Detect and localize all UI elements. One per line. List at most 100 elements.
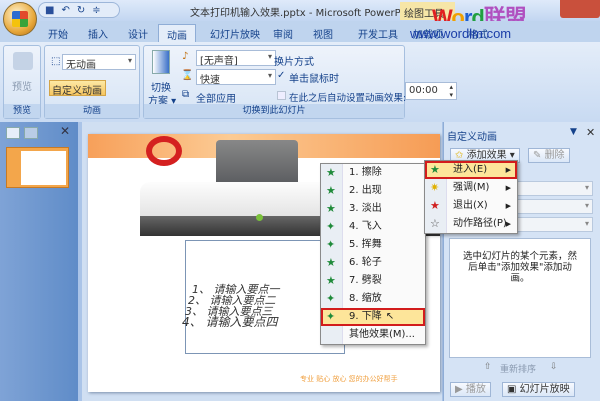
preview-icon: [13, 52, 33, 70]
slideshow-label: 幻灯片放映: [519, 384, 570, 395]
group-animation: ⬚ 无动画 自定义动画 动画: [44, 45, 140, 119]
ribbon: 预览 预览 ⬚ 无动画 自定义动画 动画 切换 方案 ▾ ♪ [无声音] ⌛ 快…: [0, 42, 600, 122]
motion-path-star-icon: ☆: [430, 217, 440, 230]
animate-icon: ⬚: [51, 56, 61, 67]
title-bar: ■ ↶ ↻ ≑ 文本打印机输入效果.pptx - Microsoft Power…: [0, 0, 600, 30]
effect-menu: ★ 1. 擦除 ★ 2. 出现 ★ 3. 淡出 ✦ 4. 飞入 ✦ 5. 挥舞 ★ 6. 轮…: [320, 163, 426, 345]
star-motion-icon: ✦: [326, 310, 336, 323]
on-click-label: 单击鼠标时: [289, 74, 339, 85]
printer-image: [216, 140, 298, 182]
submenu-entrance[interactable]: ★ 进入(E) ▶: [425, 161, 517, 179]
preview-button[interactable]: 预览: [12, 78, 32, 93]
on-click-checkbox[interactable]: ✓: [277, 70, 285, 81]
star-icon: ★: [326, 184, 336, 197]
more-effects[interactable]: 其他效果(M)...: [321, 326, 425, 344]
rotate-handle[interactable]: [256, 214, 263, 221]
remove-label: 删除: [544, 150, 565, 161]
tab-home[interactable]: 开始: [40, 24, 76, 43]
redo-icon[interactable]: ↻: [77, 5, 85, 16]
tab-review[interactable]: 审阅: [265, 24, 301, 43]
transition-scheme-icon: [152, 50, 170, 74]
apply-all-button[interactable]: 全部应用: [196, 90, 236, 105]
effect-fly-in[interactable]: ✦ 4. 飞入: [321, 218, 425, 236]
quick-access-toolbar: ■ ↶ ↻ ≑: [38, 2, 120, 18]
group-label: 切换到此幻灯片: [144, 104, 404, 118]
watermark-url: www.wordlm.com: [410, 26, 512, 41]
add-effect-submenu: ★ 进入(E) ▶ ✷ 强调(M) ▶ ★ 退出(X) ▶ ☆ 动作路径(P) ▶: [424, 160, 518, 234]
customize-icon[interactable]: ≑: [92, 5, 100, 16]
effect-fade[interactable]: ★ 3. 淡出: [321, 200, 425, 218]
slide-thumbnail[interactable]: [6, 147, 69, 188]
auto-time-input[interactable]: 00:00 ▴ ▾: [405, 82, 457, 100]
custom-animation-label: 自定义动画: [52, 86, 102, 97]
star-icon: ★: [326, 274, 336, 287]
hint-text: 选中幻灯片的某个元素，然后单击"添加效果"添加动画。: [462, 251, 577, 284]
submenu-exit[interactable]: ★ 退出(X) ▶: [425, 197, 517, 215]
outline-tab-icon[interactable]: [24, 127, 38, 139]
tab-insert[interactable]: 插入: [80, 24, 116, 43]
effect-wheel[interactable]: ★ 6. 轮子: [321, 254, 425, 272]
pane-close-icon[interactable]: ✕: [586, 126, 595, 139]
effect-wipe[interactable]: ★ 1. 擦除: [321, 164, 425, 182]
slideshow-button[interactable]: ▣ 幻灯片放映: [502, 382, 575, 397]
submenu-motion-path[interactable]: ☆ 动作路径(P) ▶: [425, 215, 517, 233]
spinner-icon[interactable]: ▴ ▾: [449, 83, 453, 99]
decorative-circle: [146, 136, 182, 166]
move-up-icon[interactable]: ⇧: [484, 362, 492, 372]
tab-slideshow[interactable]: 幻灯片放映: [202, 24, 268, 43]
sound-select[interactable]: [无声音]: [196, 50, 276, 67]
star-icon: ★: [326, 256, 336, 269]
speed-icon: ⌛: [181, 70, 194, 81]
apply-all-icon: ⧉: [182, 89, 190, 100]
star-motion-icon: ✦: [326, 220, 336, 233]
effect-swivel[interactable]: ✦ 5. 挥舞: [321, 236, 425, 254]
star-motion-icon: ✦: [326, 238, 336, 251]
office-logo-icon: [12, 11, 28, 27]
speed-select[interactable]: 快速: [196, 69, 276, 86]
window-title: 文本打印机输入效果.pptx - Microsoft PowerPoint: [190, 8, 420, 19]
tab-animation[interactable]: 动画: [158, 24, 196, 44]
group-transition: 切换 方案 ▾ ♪ [无声音] ⌛ 快速 ⧉ 全部应用 换片方式 ✓ 单击鼠标时…: [143, 45, 407, 119]
auto-after-label: 在此之后自动设置动画效果:: [289, 93, 407, 104]
bullet-item: 4、 请输入要点四: [182, 315, 278, 329]
exit-star-icon: ★: [430, 199, 440, 212]
move-down-icon[interactable]: ⇩: [550, 362, 558, 372]
office-button[interactable]: [3, 2, 37, 36]
remove-button[interactable]: ✎ 删除: [528, 148, 570, 163]
undo-icon[interactable]: ↶: [61, 5, 69, 16]
slides-pane: ✕: [0, 122, 82, 401]
effect-appear[interactable]: ★ 2. 出现: [321, 182, 425, 200]
auto-after-checkbox[interactable]: [277, 91, 286, 100]
group-label: 动画: [45, 104, 139, 118]
tab-view[interactable]: 视图: [305, 24, 341, 43]
star-icon: ★: [326, 166, 336, 179]
pane-menu-icon[interactable]: ▼: [570, 127, 577, 137]
bullet-list[interactable]: 1、 请输入要点一 2、 请输入要点二 3、 请输入要点三 4、 请输入要点四: [182, 284, 280, 328]
auto-time-value: 00:00: [409, 85, 438, 96]
reorder-label: 重新排序: [500, 365, 537, 375]
emphasis-star-icon: ✷: [430, 181, 440, 194]
tab-design[interactable]: 设计: [120, 24, 156, 43]
play-button[interactable]: ▶ 播放: [450, 382, 491, 397]
submenu-emphasis[interactable]: ✷ 强调(M) ▶: [425, 179, 517, 197]
save-icon[interactable]: ■: [45, 5, 54, 16]
effect-zoom[interactable]: ✦ 8. 缩放: [321, 290, 425, 308]
sound-icon: ♪: [182, 51, 189, 62]
star-motion-icon: ✦: [326, 292, 336, 305]
animation-list[interactable]: 选中幻灯片的某个元素，然后单击"添加效果"添加动画。: [449, 238, 591, 358]
window-controls[interactable]: [560, 0, 600, 18]
effect-split[interactable]: ★ 7. 劈裂: [321, 272, 425, 290]
animation-select[interactable]: 无动画: [62, 54, 136, 71]
advance-slide-label: 换片方式: [274, 57, 314, 68]
group-label: 预览: [4, 104, 40, 118]
star-icon: ★: [326, 202, 336, 215]
play-label: ▶ 播放: [455, 384, 486, 395]
mouse-cursor-icon: ↖: [385, 311, 395, 322]
tab-developer[interactable]: 开发工具: [350, 24, 406, 43]
slide-footer: 专业 贴心 放心 您的办公好帮手: [300, 375, 398, 383]
custom-animation-button[interactable]: 自定义动画: [49, 80, 106, 97]
close-icon[interactable]: ✕: [60, 124, 70, 138]
slides-tab-icon[interactable]: [6, 127, 20, 139]
effect-descend[interactable]: ✦ 9. 下降 ↖: [321, 308, 425, 326]
pane-title: 自定义动画: [447, 132, 497, 143]
